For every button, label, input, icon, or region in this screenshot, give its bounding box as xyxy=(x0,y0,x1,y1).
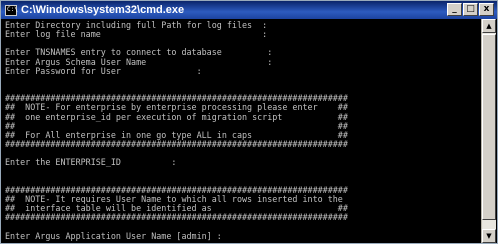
cmd-app-icon[interactable]: C:\ xyxy=(5,4,18,16)
scroll-up-icon[interactable]: ▲ xyxy=(482,19,496,33)
scroll-thumb[interactable] xyxy=(482,34,496,220)
close-button[interactable]: x xyxy=(479,3,494,16)
maximize-button[interactable]: □ xyxy=(463,3,478,16)
console-text: Enter Directory including full Path for … xyxy=(5,20,348,241)
minimize-button[interactable]: _ xyxy=(447,3,462,16)
window-controls: _ □ x xyxy=(447,3,494,16)
title-bar[interactable]: C:\ C:\Windows\system32\cmd.exe _ □ x xyxy=(1,1,497,19)
window-title: C:\Windows\system32\cmd.exe xyxy=(21,4,185,16)
cmd-window: C:\ C:\Windows\system32\cmd.exe _ □ x En… xyxy=(0,0,498,244)
scroll-down-icon[interactable]: ▼ xyxy=(482,229,496,243)
vertical-scrollbar[interactable]: ▲ ▼ xyxy=(481,19,496,243)
console-output[interactable]: Enter Directory including full Path for … xyxy=(2,19,482,243)
